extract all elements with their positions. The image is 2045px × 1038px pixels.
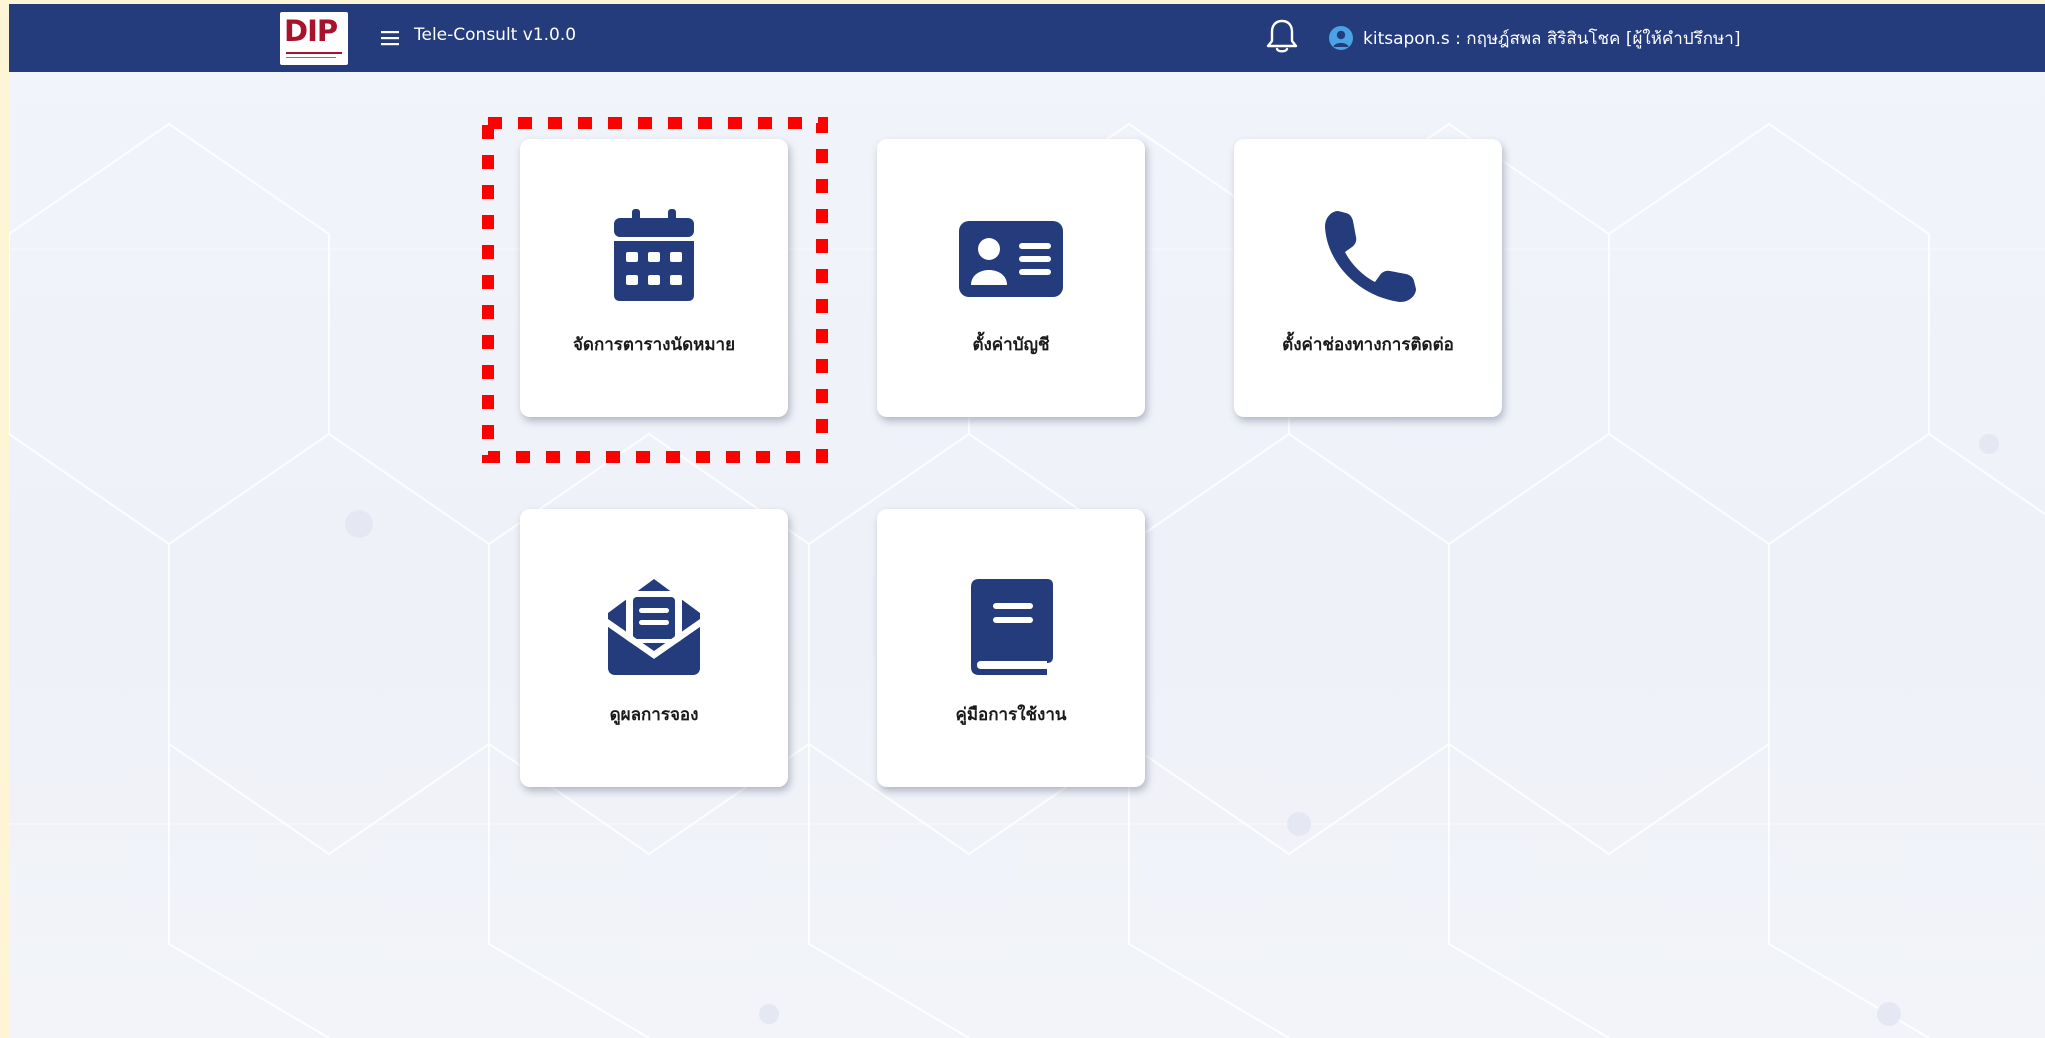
tile-manage-appointments[interactable]: จัดการตารางนัดหมาย — [520, 139, 788, 417]
app-title: Tele-Consult v1.0.0 — [414, 25, 577, 45]
book-icon — [877, 579, 1145, 679]
logo-text: DIP — [284, 14, 338, 48]
top-navbar: DIP Tele-Consult v1.0.0 kitsapon.s: กฤษ… — [9, 4, 2045, 72]
tile-contact-channel-settings[interactable]: ตั้งค่าช่องทางการติดต่อ — [1234, 139, 1502, 417]
tile-label: ดูผลการจอง — [609, 705, 699, 725]
tile-account-settings[interactable]: ตั้งค่าบัญชี — [877, 139, 1145, 417]
hamburger-menu-icon[interactable] — [378, 26, 402, 50]
tile-label: จัดการตารางนัดหมาย — [572, 335, 736, 355]
dip-logo[interactable]: DIP — [280, 12, 348, 65]
user-avatar-icon[interactable] — [1329, 26, 1353, 50]
envelope-open-text-icon — [520, 579, 788, 679]
id-card-icon — [877, 209, 1145, 309]
tile-label: คู่มือการใช้งาน — [955, 705, 1067, 725]
user-name-label[interactable]: kitsapon.s : กฤษฎ์สพล สิริสินโชค [ผู้ให้… — [1363, 25, 1740, 52]
tile-label: ตั้งค่าบัญชี — [972, 335, 1050, 355]
tile-label: ตั้งค่าช่องทางการติดต่อ — [1282, 335, 1454, 355]
calendar-icon — [520, 209, 788, 309]
tile-view-booking-results[interactable]: ดูผลการจอง — [520, 509, 788, 787]
phone-icon — [1234, 209, 1502, 309]
notification-bell-icon[interactable] — [1264, 17, 1300, 55]
tile-user-manual[interactable]: คู่มือการใช้งาน — [877, 509, 1145, 787]
app-window: DIP Tele-Consult v1.0.0 kitsapon.s: กฤษ… — [9, 4, 2045, 1038]
